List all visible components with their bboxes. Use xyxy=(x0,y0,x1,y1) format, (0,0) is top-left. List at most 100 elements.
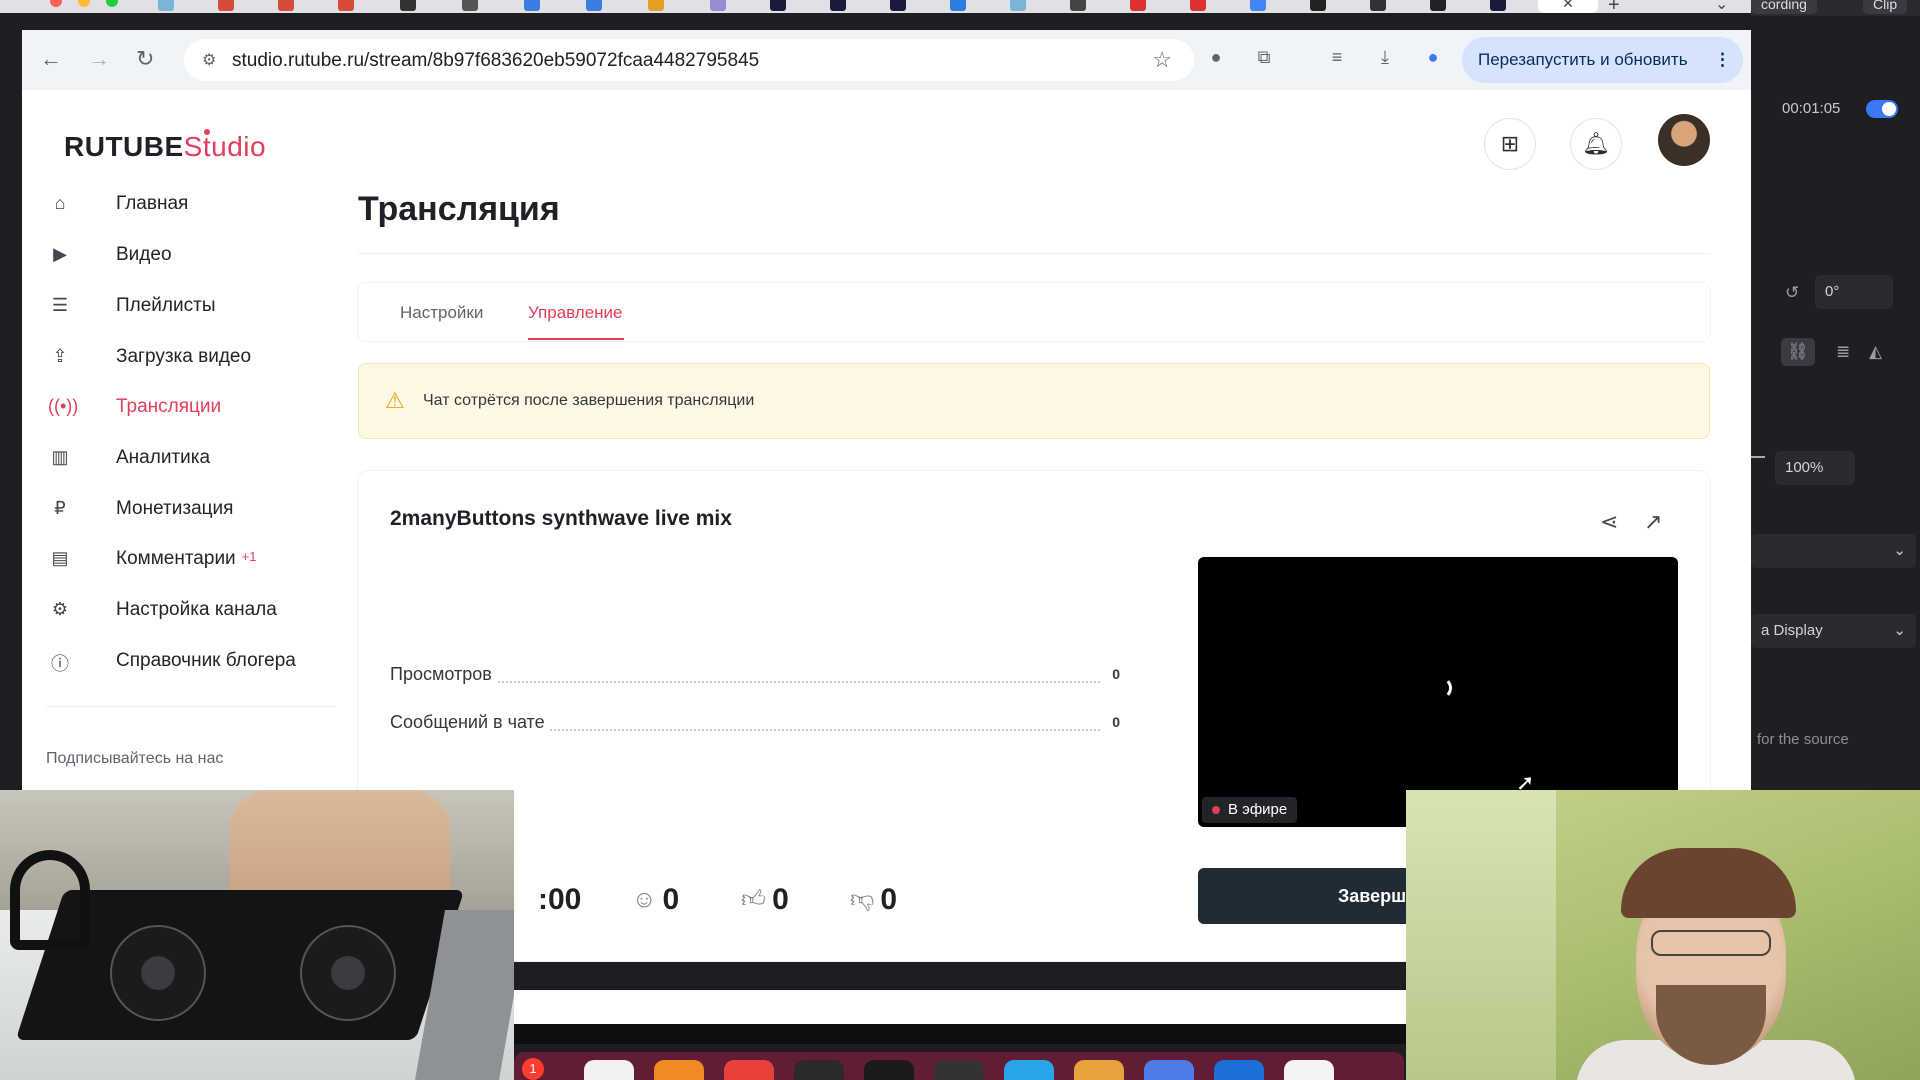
source-select[interactable]: ⌄ xyxy=(1751,534,1916,568)
recording-toggle[interactable] xyxy=(1866,100,1898,118)
flip-icon[interactable]: ◭ xyxy=(1869,342,1882,362)
tab-favicon[interactable] xyxy=(1310,0,1326,11)
tab-settings[interactable]: Настройки xyxy=(400,303,483,323)
app-icon[interactable] xyxy=(1144,1060,1194,1080)
sidebar-item-video[interactable]: ▶ Видео xyxy=(48,238,328,278)
recording-tab[interactable]: cording xyxy=(1751,0,1817,14)
back-arrow-icon[interactable]: ← xyxy=(40,46,62,72)
tab-favicon[interactable] xyxy=(950,0,966,11)
tab-favicon[interactable] xyxy=(400,0,416,11)
tab-favicon[interactable] xyxy=(524,0,540,11)
stream-title: 2manyButtons synthwave live mix xyxy=(390,507,732,530)
stream-preview-player[interactable]: В эфире xyxy=(1198,557,1678,827)
tab-favicon[interactable] xyxy=(1430,0,1446,11)
tab-management[interactable]: Управление xyxy=(528,303,623,323)
likes-counter: 👍︎ 0 xyxy=(741,883,789,917)
terminal-icon[interactable] xyxy=(864,1060,914,1080)
sidebar-item-broadcasts[interactable]: ((•)) Трансляции xyxy=(48,390,328,430)
maximize-window-icon[interactable] xyxy=(106,0,118,7)
new-tab-button[interactable]: + xyxy=(1608,0,1620,13)
forward-arrow-icon[interactable]: → xyxy=(88,46,110,72)
site-settings-icon[interactable]: ⚙ xyxy=(202,50,216,70)
minimize-window-icon[interactable] xyxy=(78,0,90,7)
download-icon[interactable]: ⤓ xyxy=(1374,47,1396,69)
browser-menu-icon[interactable]: ⋮ xyxy=(1714,37,1731,83)
tab-favicon[interactable] xyxy=(218,0,234,11)
upload-icon: ⇪ xyxy=(52,346,68,366)
url-text[interactable]: studio.rutube.ru/stream/8b97f683620eb590… xyxy=(232,50,759,72)
sidebar-item-analytics[interactable]: ▥ Аналитика xyxy=(48,441,328,481)
tab-favicon[interactable] xyxy=(830,0,846,11)
link-icon[interactable]: ⛓ xyxy=(1781,338,1815,366)
tab-favicon[interactable] xyxy=(278,0,294,11)
dislikes-counter: 👎︎ 0 xyxy=(850,883,897,917)
loading-spinner-icon xyxy=(1430,677,1452,699)
media-controls-icon[interactable]: ≡ xyxy=(1326,47,1348,69)
tab-favicon[interactable] xyxy=(1070,0,1086,11)
extensions-puzzle-icon[interactable]: ⧉ xyxy=(1253,47,1275,69)
app-icon[interactable] xyxy=(1214,1060,1264,1080)
profile-icon[interactable]: ● xyxy=(1422,47,1444,69)
create-button[interactable]: ⊞ xyxy=(1484,118,1536,170)
address-bar[interactable]: ⚙ studio.rutube.ru/stream/8b97f683620eb5… xyxy=(184,39,1194,81)
tab-favicon[interactable] xyxy=(1190,0,1206,11)
bookmark-star-icon[interactable]: ☆ xyxy=(1152,47,1172,73)
active-tab[interactable]: ✕ xyxy=(1538,0,1598,13)
tab-favicon[interactable] xyxy=(1370,0,1386,11)
sidebar-item-label: Видео xyxy=(116,244,172,265)
align-icon[interactable]: ≣ xyxy=(1836,342,1850,362)
tab-favicon[interactable] xyxy=(710,0,726,11)
close-window-icon[interactable] xyxy=(50,0,62,7)
external-link-icon[interactable]: ↗ xyxy=(1644,509,1662,535)
tab-search-icon[interactable]: ⌄ xyxy=(1715,0,1728,13)
clip-tab[interactable]: Clip xyxy=(1863,0,1908,14)
user-icon: ☺ xyxy=(632,886,657,913)
tab-favicon[interactable] xyxy=(1010,0,1026,11)
sidebar-item-playlists[interactable]: ☰ Плейлисты xyxy=(48,289,328,329)
app-icon[interactable] xyxy=(794,1060,844,1080)
app-icon[interactable] xyxy=(724,1060,774,1080)
tab-favicon[interactable] xyxy=(338,0,354,11)
tab-favicon[interactable] xyxy=(158,0,174,11)
tab-favicon[interactable] xyxy=(1130,0,1146,11)
tab-favicon[interactable] xyxy=(770,0,786,11)
recording-timer: 00:01:05 xyxy=(1782,100,1841,117)
browser-tab-strip: ✕ + ⌄ xyxy=(0,0,1751,13)
relaunch-update-button[interactable]: Перезапустить и обновить ⋮ xyxy=(1462,37,1743,83)
tab-favicon[interactable] xyxy=(462,0,478,11)
app-icon[interactable] xyxy=(1074,1060,1124,1080)
textedit-icon[interactable] xyxy=(584,1060,634,1080)
display-select[interactable]: a Display ⌄ xyxy=(1751,614,1916,648)
logo-studio: Studio xyxy=(183,131,267,162)
tab-favicon[interactable] xyxy=(890,0,906,11)
sidebar-item-monetization[interactable]: ₽ Монетизация xyxy=(48,492,328,532)
tab-favicon[interactable] xyxy=(1250,0,1266,11)
facecam xyxy=(1406,790,1920,1080)
share-icon[interactable]: ⋖ xyxy=(1600,509,1618,535)
home-icon: ⌂ xyxy=(54,193,66,213)
reload-icon[interactable]: ↻ xyxy=(136,46,154,72)
rutube-studio-logo[interactable]: RUTUBE Studio xyxy=(64,129,267,163)
stream-duration: :00 xyxy=(538,883,582,916)
sidebar-item-upload[interactable]: ⇪ Загрузка видео xyxy=(48,340,328,380)
tab-favicon[interactable] xyxy=(1490,0,1506,11)
close-tab-icon[interactable]: ✕ xyxy=(1562,0,1574,11)
app-icon[interactable] xyxy=(654,1060,704,1080)
tab-favicon[interactable] xyxy=(586,0,602,11)
sidebar-item-comments[interactable]: ▤ Комментарии +1 xyxy=(48,542,328,582)
sidebar-item-blogger-guide[interactable]: ⓘ Справочник блогера xyxy=(48,644,328,684)
app-icon[interactable] xyxy=(1284,1060,1334,1080)
telegram-icon[interactable] xyxy=(1004,1060,1054,1080)
notifications-button[interactable]: 🔔︎ xyxy=(1570,118,1622,170)
app-icon[interactable] xyxy=(934,1060,984,1080)
sidebar-item-channel-settings[interactable]: ⚙ Настройка канала xyxy=(48,593,328,633)
rotate-icon[interactable]: ↺ xyxy=(1785,283,1799,303)
extension-icon[interactable]: ● xyxy=(1205,47,1227,69)
slider-handle[interactable] xyxy=(1751,456,1765,458)
sidebar-item-home[interactable]: ⌂ Главная xyxy=(48,187,328,227)
chat-warning-banner: ⚠ Чат сотрётся после завершения трансляц… xyxy=(358,363,1710,439)
avatar[interactable] xyxy=(1658,114,1710,166)
scale-field[interactable]: 100% xyxy=(1775,451,1855,485)
tab-favicon[interactable] xyxy=(648,0,664,11)
rotation-field[interactable]: 0° xyxy=(1815,275,1893,309)
